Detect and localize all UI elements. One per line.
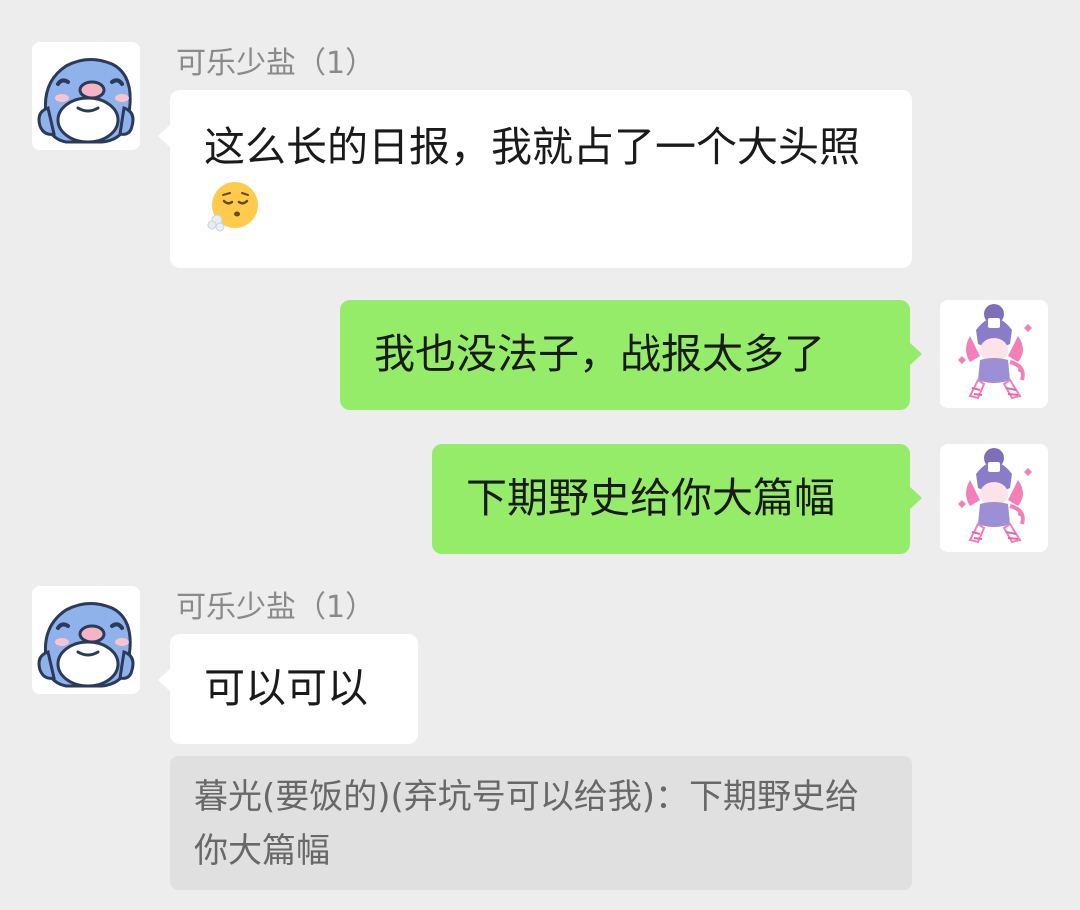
- message-bubble-outgoing[interactable]: 我也没法子，战报太多了: [340, 300, 922, 410]
- sender-name: 可乐少盐（1）: [176, 46, 376, 81]
- anime-girl-avatar-icon: [940, 444, 1048, 552]
- self-avatar[interactable]: [940, 444, 1048, 552]
- anime-girl-avatar-icon: [940, 300, 1048, 408]
- message-bubble-incoming[interactable]: 这么长的日报，我就占了一个大头照: [158, 90, 912, 268]
- sender-avatar[interactable]: [32, 42, 140, 150]
- sender-name: 可乐少盐（1）: [176, 590, 376, 625]
- self-avatar[interactable]: [940, 300, 1048, 408]
- chat-window: 可乐少盐（1） 这么长的日报，我就占了一个大头照 我也没法子，战报太多了 下期野…: [0, 0, 1080, 910]
- blue-seal-avatar-icon: [32, 586, 140, 694]
- quoted-message[interactable]: 暮光(要饭的)(弃坑号可以给我)：下期野史给你大篇幅: [170, 756, 912, 890]
- quoted-message-text: 暮光(要饭的)(弃坑号可以给我)：下期野史给你大篇幅: [194, 777, 860, 871]
- message-bubble-outgoing[interactable]: 下期野史给你大篇幅: [432, 444, 922, 554]
- message-text: 下期野史给你大篇幅: [466, 474, 835, 522]
- message-text: 这么长的日报，我就占了一个大头照: [204, 123, 860, 171]
- exhaling-face-emoji-icon: [206, 179, 260, 233]
- message-text: 我也没法子，战报太多了: [374, 330, 825, 378]
- sender-avatar[interactable]: [32, 586, 140, 694]
- blue-seal-avatar-icon: [32, 42, 140, 150]
- message-text: 可以可以: [204, 664, 368, 712]
- message-bubble-incoming[interactable]: 可以可以: [158, 634, 418, 744]
